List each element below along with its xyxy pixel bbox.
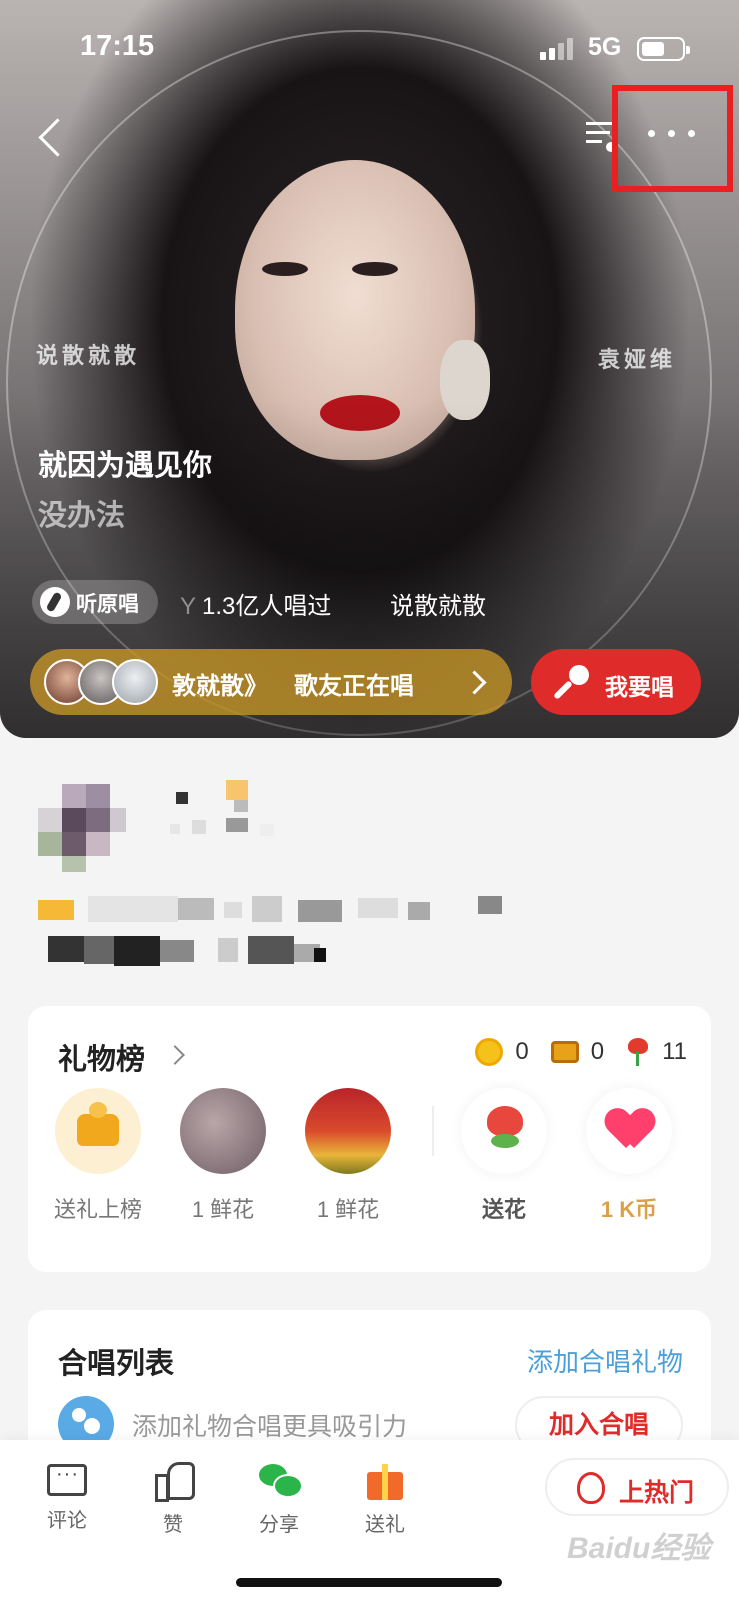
chest-count: 0	[590, 1038, 605, 1065]
gift-board-title[interactable]: 礼物榜	[58, 1036, 145, 1078]
heart-icon	[608, 1110, 652, 1150]
gift-item-label: 1 鲜花	[316, 1197, 380, 1222]
status-bar: 17:15 5G	[0, 0, 739, 96]
wechat-share-icon	[259, 1460, 303, 1500]
chevron-right-icon[interactable]	[166, 1042, 188, 1068]
back-arrow-icon[interactable]	[30, 112, 74, 162]
flame-icon	[577, 1472, 605, 1504]
song-description-redacted	[38, 896, 518, 976]
divider	[432, 1106, 434, 1156]
sing-button[interactable]: 我要唱	[531, 649, 701, 715]
gift-icon	[365, 1460, 405, 1500]
avatar	[112, 659, 158, 705]
music-note-icon	[40, 587, 70, 617]
uploader-avatar[interactable]	[38, 784, 126, 872]
comment-label: 评论	[47, 1510, 87, 1532]
gift-board-card: 礼物榜 0 0 11 送礼上榜 1 鲜花 1 鲜花 送花 1 K币	[28, 1006, 711, 1272]
avatar	[180, 1088, 266, 1174]
lyric-current-line: 就因为遇见你	[38, 450, 213, 482]
send-gift-label: 送礼	[365, 1514, 405, 1536]
share-button[interactable]: 分享	[234, 1460, 324, 1537]
chorus-title: 合唱列表	[58, 1348, 175, 1380]
add-chorus-gift-link[interactable]: 添加合唱礼物	[527, 1342, 683, 1379]
uploader-name-redacted	[170, 780, 290, 850]
treasure-chest-icon	[550, 1041, 579, 1063]
send-gift-button[interactable]: 送礼	[340, 1460, 430, 1537]
microphone-icon	[557, 665, 591, 699]
like-icon	[153, 1460, 195, 1502]
listen-original-button[interactable]: 听原唱	[32, 580, 158, 624]
battery-icon	[637, 37, 690, 61]
sofa-icon	[77, 1102, 119, 1146]
gift-giver-1[interactable]: 1 鲜花	[173, 1088, 273, 1224]
promote-hot-button[interactable]: 上热门	[545, 1458, 729, 1516]
bottom-action-bar: 评论 赞 分享 送礼 上热门	[0, 1440, 739, 1600]
flower-count: 11	[662, 1038, 687, 1065]
gift-item-label: 1 鲜花	[191, 1197, 255, 1222]
singing-status: 歌友正在唱	[294, 673, 414, 700]
sung-count: Y 1.3亿人唱过	[180, 593, 332, 620]
sing-button-label: 我要唱	[605, 674, 674, 700]
song-name: 说散就散	[390, 593, 486, 620]
send-flower-button[interactable]: 送花	[454, 1088, 554, 1224]
singing-song-fragment: 敦就散》	[172, 673, 268, 700]
send-heart-button[interactable]: 1 K币	[579, 1088, 679, 1224]
share-label: 分享	[259, 1514, 299, 1536]
chorus-description: 添加礼物合唱更具吸引力	[132, 1413, 408, 1441]
rose-icon	[626, 1038, 650, 1066]
cover-title-text: 说散就散	[36, 343, 141, 368]
gift-stats: 0 0 11	[475, 1036, 687, 1068]
friends-singing-bar[interactable]: 敦就散》 歌友正在唱	[30, 649, 512, 715]
avatar	[305, 1088, 391, 1174]
gift-rank-slot[interactable]: 送礼上榜	[48, 1088, 148, 1224]
like-label: 赞	[163, 1514, 183, 1536]
send-flower-label: 送花	[481, 1197, 526, 1222]
like-button[interactable]: 赞	[128, 1460, 218, 1537]
chevron-right-icon	[462, 669, 488, 695]
listen-original-label: 听原唱	[76, 593, 139, 616]
coin-icon	[475, 1038, 504, 1066]
lyric-next-line: 没办法	[38, 500, 126, 532]
network-type: 5G	[588, 33, 622, 61]
signal-icon	[540, 38, 576, 60]
home-indicator[interactable]	[236, 1578, 502, 1587]
flower-icon	[487, 1106, 523, 1148]
gift-giver-2[interactable]: 1 鲜花	[298, 1088, 398, 1224]
more-dots-icon	[648, 130, 698, 138]
coin-gift-label: 1 K币	[600, 1197, 658, 1222]
more-options-button[interactable]	[612, 85, 733, 192]
coin-count: 0	[515, 1038, 529, 1065]
status-time: 17:15	[80, 30, 155, 62]
comment-icon	[47, 1463, 87, 1496]
watermark: Baidu经验	[567, 1532, 711, 1565]
comment-button[interactable]: 评论	[22, 1460, 112, 1533]
cover-artist-text: 袁娅维	[598, 347, 677, 372]
promote-hot-label: 上热门	[619, 1479, 695, 1507]
gift-item-label: 送礼上榜	[53, 1197, 142, 1222]
